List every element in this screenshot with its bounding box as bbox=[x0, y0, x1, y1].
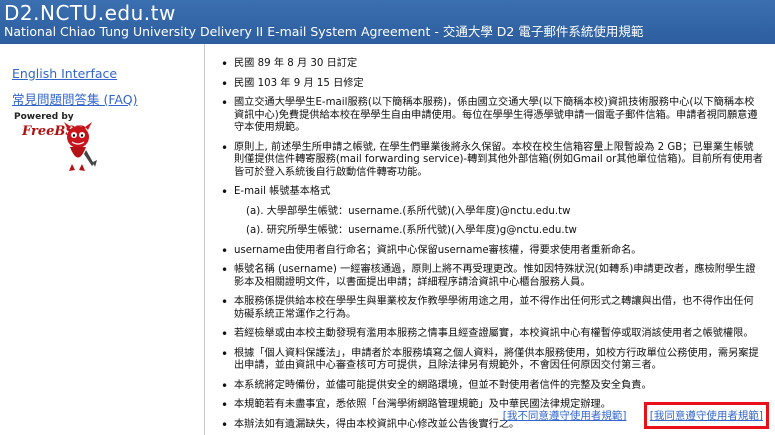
list-item: 本系統將定時備份，並儘可能提供安全的網路環境，但並不對使用者信件的完整及安全負責… bbox=[220, 380, 763, 393]
list-item: 民國 89 年 8 月 30 日訂定 bbox=[220, 58, 763, 71]
list-item: 本服務係提供給本校在學學生與畢業校友作教學學術用途之用，並不得作出任何形式之轉讓… bbox=[220, 296, 763, 321]
agreement-content: 民國 89 年 8 月 30 日訂定 民國 103 年 9 月 15 日修定 國… bbox=[206, 44, 775, 435]
list-item: 民國 103 年 9 月 15 日修定 bbox=[220, 78, 763, 91]
powered-by-freebsd-badge: Powered by FreeBSD bbox=[14, 112, 100, 174]
grad-format: (a). 研究所學生帳號：username.(系所代號)(入學年度)g@nctu… bbox=[246, 225, 577, 236]
list-item: E-mail 帳號基本格式 bbox=[220, 186, 763, 199]
list-item: 原則上, 前述學生所申請之帳號, 在學生們畢業後將永久保留。本校在校生信箱容量上… bbox=[220, 142, 763, 180]
undergrad-format: (a). 大學部學生帳號：username.(系所代號)(入學年度)@nctu.… bbox=[246, 205, 571, 217]
agreement-title: National Chiao Tung University Delivery … bbox=[4, 24, 644, 39]
terms-list: 民國 89 年 8 月 30 日訂定 民國 103 年 9 月 15 日修定 國… bbox=[220, 58, 763, 435]
list-item: 國立交通大學學生E-mail服務(以下簡稱本服務)，係由國立交通大學(以下簡稱本… bbox=[220, 97, 763, 135]
agreement-actions: [我不同意遵守使用者規範] [我同意遵守使用者規範] bbox=[503, 402, 769, 429]
disagree-button[interactable]: [我不同意遵守使用者規範] bbox=[503, 410, 627, 422]
faq-link[interactable]: 常見問題問答集 (FAQ) bbox=[12, 89, 137, 108]
list-item: 根據「個人資料保護法」，申請者於本服務填寫之個人資料，將僅供本服務使用，如校方行… bbox=[220, 348, 763, 373]
site-title: D2.NCTU.edu.tw bbox=[4, 1, 176, 25]
list-item: 帳號名稱 (username) 一經審核通過，原則上將不再受理更改。惟如因特殊狀… bbox=[220, 264, 763, 289]
bsd-daemon-icon bbox=[64, 122, 97, 171]
list-item: username由使用者自行命名；資訊中心保留username審核權，得要求使用… bbox=[220, 245, 763, 258]
english-interface-link[interactable]: English Interface bbox=[12, 66, 117, 81]
page-header: D2.NCTU.edu.tw National Chiao Tung Unive… bbox=[0, 0, 775, 44]
sidebar: English Interface 常見問題問答集 (FAQ) Powered … bbox=[0, 44, 205, 435]
agree-button-highlight: [我同意遵守使用者規範] bbox=[643, 402, 769, 429]
list-item: 若經檢舉或由本校主動發現有濫用本服務之情事且經查證屬實，本校資訊中心有權暫停或取… bbox=[220, 328, 763, 341]
agree-button[interactable]: [我同意遵守使用者規範] bbox=[650, 410, 763, 422]
